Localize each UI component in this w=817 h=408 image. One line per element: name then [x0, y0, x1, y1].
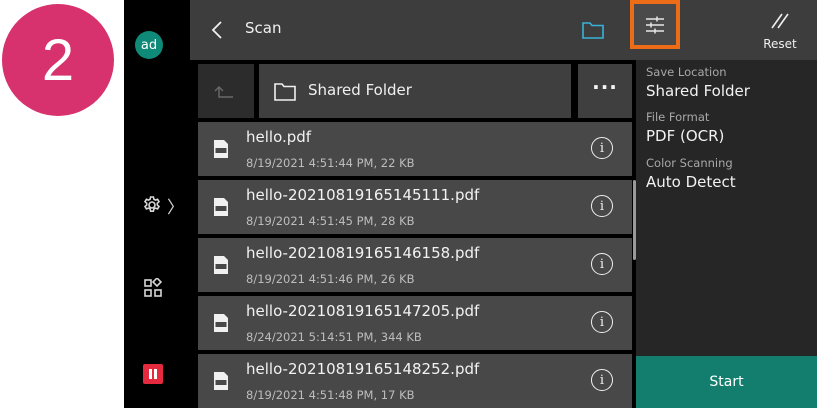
file-meta: 8/19/2021 4:51:45 PM, 28 KB	[246, 214, 415, 228]
file-row[interactable]: hello-20210819165147205.pdf 8/24/2021 5:…	[198, 296, 632, 350]
file-meta: 8/19/2021 4:51:46 PM, 26 KB	[246, 272, 415, 286]
save-location-label: Save Location	[646, 65, 727, 79]
step-badge: 2	[2, 4, 114, 116]
device-screen: ad 〉 Scan Reset Shared Folder ··· hello.…	[124, 0, 817, 408]
pdf-file-icon	[214, 198, 228, 216]
pdf-file-icon	[214, 256, 228, 274]
file-name: hello-20210819165147205.pdf	[246, 302, 480, 320]
more-options-button[interactable]: ···	[578, 64, 632, 118]
folder-icon	[274, 83, 296, 101]
info-icon[interactable]: i	[591, 195, 613, 217]
device-settings-button[interactable]: 〉	[142, 193, 188, 218]
pdf-file-icon	[214, 314, 228, 332]
file-row[interactable]: hello-20210819165146158.pdf 8/19/2021 4:…	[198, 238, 632, 292]
sliders-icon	[646, 16, 664, 33]
info-icon[interactable]: i	[591, 253, 613, 275]
info-icon[interactable]: i	[591, 311, 613, 333]
file-name: hello.pdf	[246, 128, 312, 146]
file-name: hello-20210819165145111.pdf	[246, 186, 480, 204]
file-name: hello-20210819165148252.pdf	[246, 360, 480, 378]
scan-settings-button[interactable]	[630, 0, 680, 49]
back-arrow-icon	[211, 21, 222, 39]
gear-icon	[143, 196, 161, 212]
folder-button[interactable]	[580, 17, 606, 43]
file-list: hello.pdf 8/19/2021 4:51:44 PM, 22 KB i …	[198, 122, 632, 408]
file-meta: 8/19/2021 4:51:44 PM, 22 KB	[246, 156, 415, 170]
color-scanning-value: Auto Detect	[646, 173, 736, 191]
current-folder-bar[interactable]: Shared Folder	[259, 64, 571, 118]
save-location-value: Shared Folder	[646, 82, 750, 100]
apps-icon	[144, 276, 163, 297]
reset-icon	[771, 13, 789, 29]
pdf-file-icon	[214, 372, 228, 390]
file-format-label: File Format	[646, 110, 710, 124]
pause-icon[interactable]	[143, 364, 163, 384]
file-meta: 8/19/2021 4:51:48 PM, 17 KB	[246, 388, 415, 402]
up-arrow-icon	[214, 86, 233, 98]
pdf-file-icon	[214, 140, 228, 158]
app-header: Scan Reset	[190, 0, 817, 60]
chevron-right-icon: 〉	[167, 197, 184, 218]
back-button[interactable]	[206, 17, 230, 43]
file-row[interactable]: hello-20210819165148252.pdf 8/19/2021 4:…	[198, 354, 632, 408]
color-scanning-label: Color Scanning	[646, 156, 733, 170]
info-icon[interactable]: i	[591, 369, 613, 391]
file-format-value: PDF (OCR)	[646, 127, 725, 145]
user-avatar[interactable]: ad	[135, 31, 163, 59]
scan-settings-summary: Save Location Shared Folder File Format …	[636, 60, 817, 356]
file-meta: 8/24/2021 5:14:51 PM, 344 KB	[246, 330, 422, 344]
reset-button[interactable]: Reset	[750, 4, 810, 56]
folder-icon	[582, 22, 604, 39]
file-row[interactable]: hello.pdf 8/19/2021 4:51:44 PM, 22 KB i	[198, 122, 632, 176]
reset-label: Reset	[763, 37, 797, 51]
screenshot-stage: 2 ad 〉 Scan Reset Shared Folder ··· hell…	[0, 0, 817, 408]
apps-button[interactable]	[143, 276, 163, 302]
left-rail: ad 〉	[124, 0, 190, 408]
file-name: hello-20210819165146158.pdf	[246, 244, 480, 262]
file-row[interactable]: hello-20210819165145111.pdf 8/19/2021 4:…	[198, 180, 632, 234]
current-folder-name: Shared Folder	[308, 81, 412, 99]
page-title: Scan	[245, 19, 282, 37]
up-folder-button[interactable]	[198, 64, 254, 118]
info-icon[interactable]: i	[591, 137, 613, 159]
start-button[interactable]: Start	[636, 356, 817, 408]
